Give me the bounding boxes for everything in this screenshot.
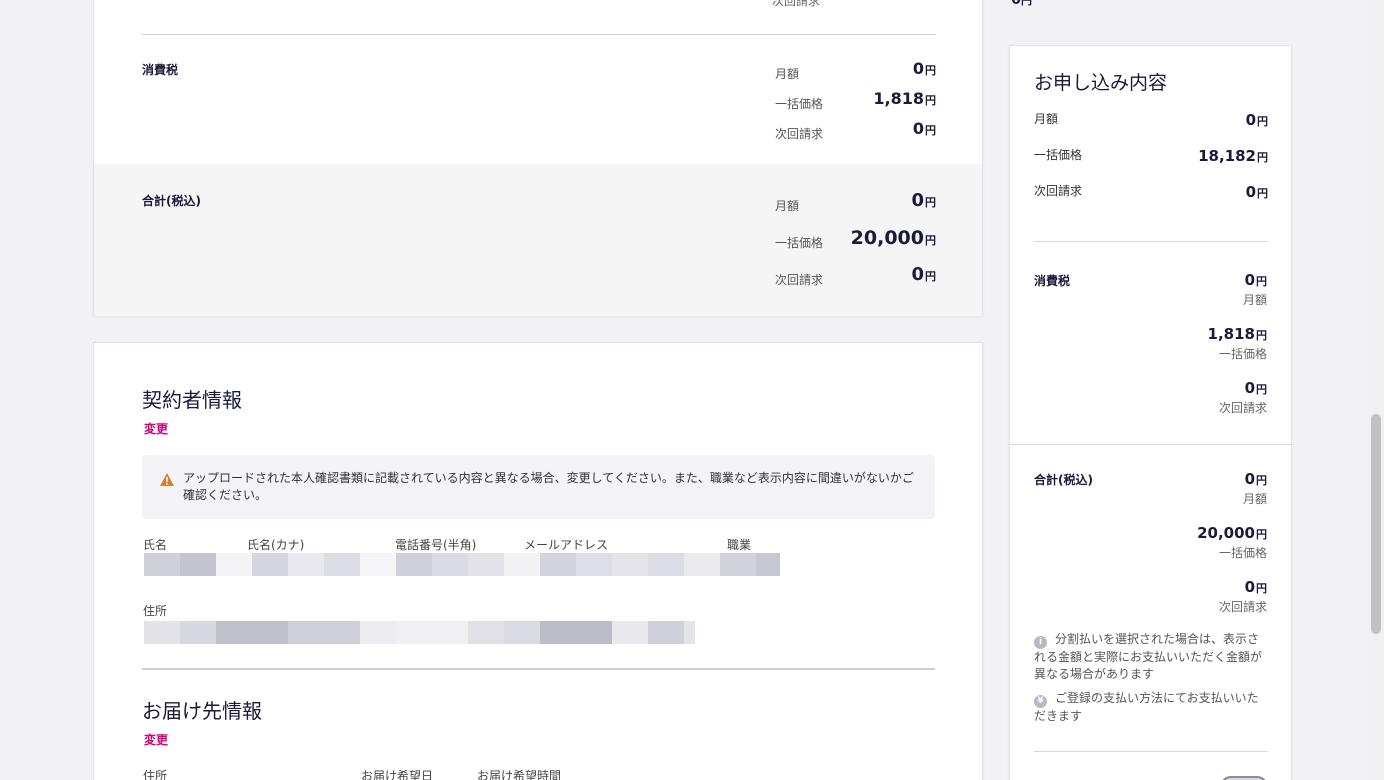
info-icon: i xyxy=(1034,636,1047,649)
sidebar-tax-lump-sum: 1,818円 一括価格 xyxy=(1207,325,1267,361)
sidebar-total-monthly: 0円 月額 xyxy=(1242,470,1267,506)
scrollbar-thumb[interactable] xyxy=(1371,414,1381,634)
phone-label: 電話番号(半角) xyxy=(395,538,477,552)
notice-text: アップロードされた本人確認書類に記載されている内容と異なる場合、変更してください… xyxy=(183,471,914,502)
total-title: 合計(税込) xyxy=(142,194,201,208)
name-label: 氏名 xyxy=(143,538,168,552)
tax-next-billing-row: 次回請求 0円 xyxy=(775,119,936,141)
address-label: 住所 xyxy=(143,604,168,618)
tax-monthly-row: 月額 0円 xyxy=(775,59,936,81)
job-label: 職業 xyxy=(727,538,752,552)
price-summary-card: 次回請求 0円 消費税 月額 0円 一括価格 1,818円 次回請求 0円 合計… xyxy=(93,0,1032,316)
installment-note: i 分割払いを選択された場合は、表示される金額と実際にお支払いいただく金額が異なる… xyxy=(1034,631,1268,683)
toggle-switch[interactable] xyxy=(1220,776,1268,780)
order-summary-sidebar: お申し込み内容 月額 0円 一括価格 18,182円 次回請求 0円 消費税 0… xyxy=(1009,45,1292,780)
total-next-billing-row: 次回請求 0円 xyxy=(775,264,936,287)
delivery-address-label: 住所 xyxy=(143,769,168,780)
contractor-change-link[interactable]: 変更 xyxy=(144,420,168,437)
sidebar-total-lump-sum: 20,000円 一括価格 xyxy=(1197,524,1267,560)
payment-method-note: ¥ ご登録の支払い方法にてお支払いいただきます xyxy=(1034,690,1268,725)
redacted-address-value xyxy=(144,621,695,644)
sidebar-total-title: 合計(税込) xyxy=(1034,473,1093,487)
divider xyxy=(1010,444,1291,445)
section-divider xyxy=(142,668,935,670)
divider xyxy=(142,34,936,35)
total-price-rows: 月額 0円 一括価格 20,000円 次回請求 0円 xyxy=(775,190,936,301)
row-label: 次回請求 xyxy=(772,0,821,8)
sidebar-tax-next-billing: 0円 次回請求 xyxy=(1218,379,1267,415)
tax-price-rows: 月額 0円 一括価格 1,818円 次回請求 0円 xyxy=(775,59,936,149)
delivery-time-label: お届け希望時間 xyxy=(477,769,562,780)
payment-method-note-text: ご登録の支払い方法にてお支払いいただきます xyxy=(1034,691,1259,723)
installment-note-text: 分割払いを選択された場合は、表示される金額と実際にお支払いいただく金額が異なる場… xyxy=(1034,632,1263,681)
contractor-info-card: 契約者情報 変更 アップロードされた本人確認書類に記載されている内容と異なる場合… xyxy=(93,342,983,780)
tax-lump-sum-row: 一括価格 1,818円 xyxy=(775,89,936,111)
page-scrollbar[interactable] xyxy=(1368,0,1384,780)
divider xyxy=(1034,751,1268,752)
divider xyxy=(1034,241,1268,242)
sidebar-total-next-billing: 0円 次回請求 xyxy=(1218,578,1267,614)
total-monthly-row: 月額 0円 xyxy=(775,190,936,213)
email-label: メールアドレス xyxy=(524,538,609,552)
tax-title: 消費税 xyxy=(142,63,179,77)
identity-notice: アップロードされた本人確認書類に記載されている内容と異なる場合、変更してください… xyxy=(142,455,935,519)
warning-icon xyxy=(160,473,174,486)
delivery-change-link[interactable]: 変更 xyxy=(144,731,168,748)
delivery-title: お届け先情報 xyxy=(142,699,262,723)
redacted-contact-values xyxy=(144,553,780,576)
sidebar-title: お申し込み内容 xyxy=(1034,72,1168,94)
total-lump-sum-row: 一括価格 20,000円 xyxy=(775,227,936,250)
total-band: 合計(税込) 月額 0円 一括価格 20,000円 次回請求 0円 xyxy=(94,164,982,316)
sidebar-tax-title: 消費税 xyxy=(1034,274,1071,288)
row-value: 0 xyxy=(1011,0,1021,8)
yen-icon: ¥ xyxy=(1034,695,1047,708)
delivery-date-label: お届け希望日 xyxy=(361,769,434,780)
sidebar-tax-monthly: 0円 月額 xyxy=(1242,271,1267,307)
kana-label: 氏名(カナ) xyxy=(247,538,305,552)
contractor-title: 契約者情報 xyxy=(142,388,242,412)
